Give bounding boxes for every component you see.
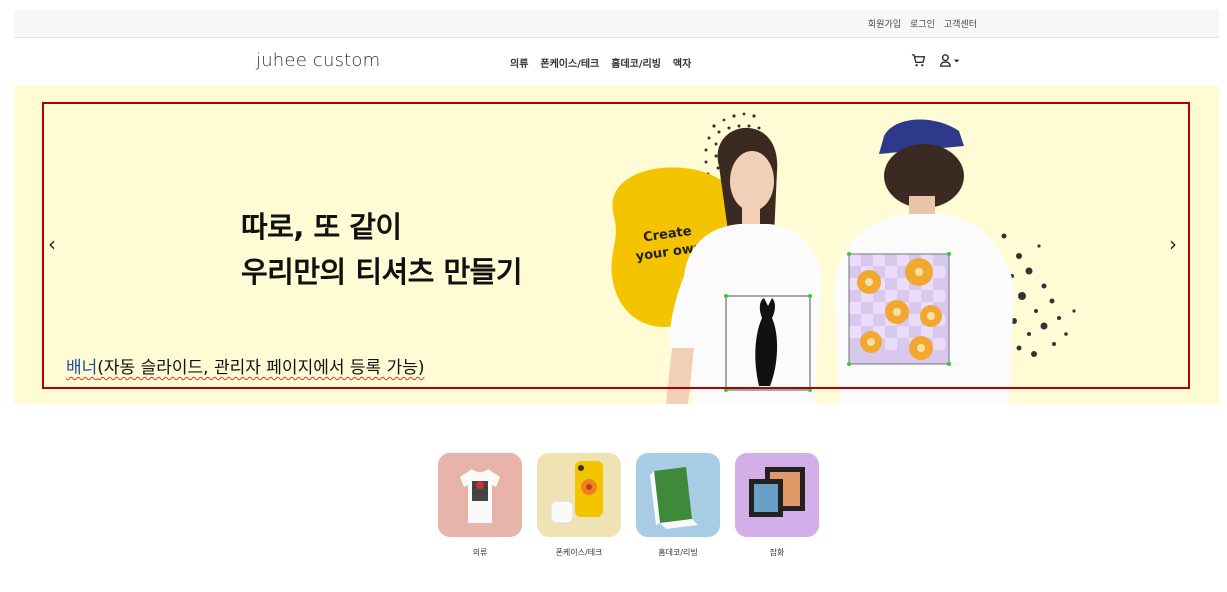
category-clothing[interactable]: 의류 bbox=[438, 453, 522, 558]
category-accessories-image bbox=[735, 453, 819, 537]
banner-annotation-frame bbox=[42, 102, 1190, 389]
nav-item-frame[interactable]: 액자 bbox=[673, 55, 691, 70]
nav-item-homedeco-living[interactable]: 홈데코/리빙 bbox=[611, 55, 661, 70]
login-link[interactable]: 로그인 bbox=[910, 17, 935, 30]
nav-item-phonecase-tech[interactable]: 폰케이스/테크 bbox=[540, 55, 599, 70]
category-label: 잡화 bbox=[769, 548, 785, 557]
category-label: 의류 bbox=[472, 548, 488, 557]
cart-icon[interactable] bbox=[911, 52, 927, 68]
nav-item-clothing[interactable]: 의류 bbox=[510, 55, 528, 70]
category-phonecase-image bbox=[537, 453, 621, 537]
category-list: 의류 폰케이스/테크 홈데코/리빙 잡화 bbox=[438, 453, 819, 558]
category-label: 폰케이스/테크 bbox=[555, 548, 603, 557]
signup-link[interactable]: 회원가입 bbox=[868, 17, 901, 30]
category-clothing-image bbox=[438, 453, 522, 537]
user-menu-icon[interactable] bbox=[939, 52, 963, 68]
category-accessories[interactable]: 잡화 bbox=[735, 453, 819, 558]
site-logo[interactable]: juhee custom bbox=[256, 50, 380, 71]
category-phonecase-tech[interactable]: 폰케이스/테크 bbox=[537, 453, 621, 558]
header-icons bbox=[911, 52, 963, 68]
category-homedeco-living[interactable]: 홈데코/리빙 bbox=[636, 453, 720, 558]
hero-banner: Create your own! 따로, 또 같이 우리만의 티셔츠 만들기 배… bbox=[14, 86, 1219, 404]
category-label: 홈데코/리빙 bbox=[658, 548, 698, 557]
category-homedeco-image bbox=[636, 453, 720, 537]
top-utility-bar: 회원가입 로그인 고객센터 bbox=[14, 10, 1219, 38]
main-nav: 의류 폰케이스/테크 홈데코/리빙 액자 bbox=[510, 55, 691, 70]
customer-center-link[interactable]: 고객센터 bbox=[944, 17, 977, 30]
main-header: juhee custom 의류 폰케이스/테크 홈데코/리빙 액자 bbox=[14, 38, 1219, 87]
top-links: 회원가입 로그인 고객센터 bbox=[868, 17, 977, 30]
